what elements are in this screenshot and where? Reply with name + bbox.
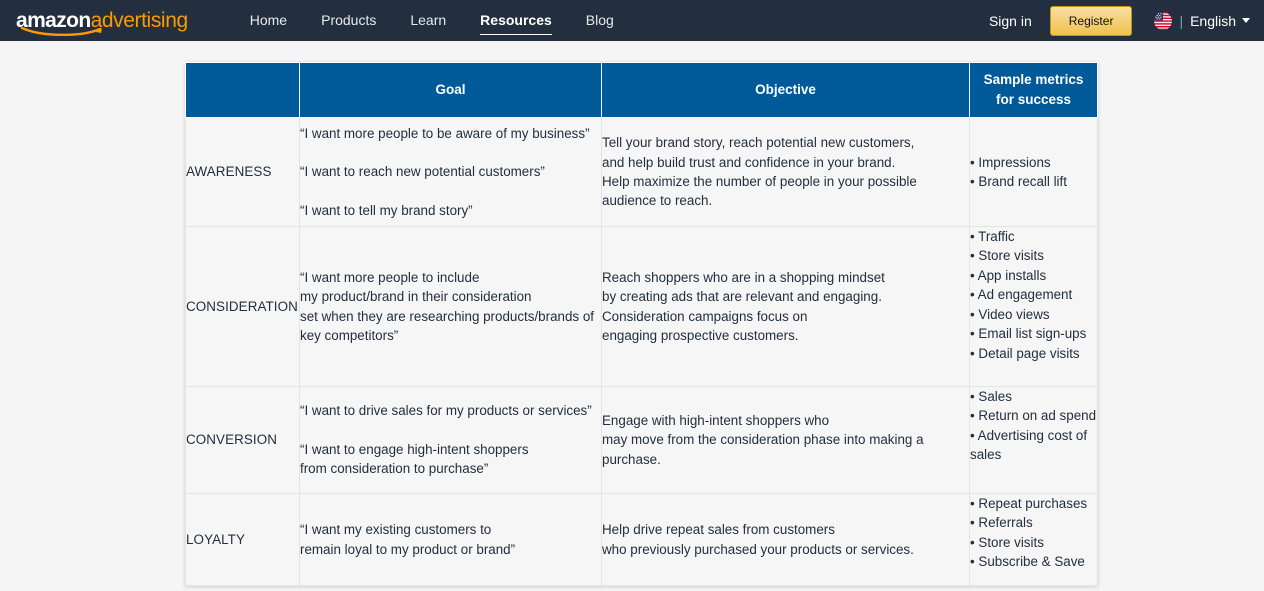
metrics-cell-conversion: • Sales • Return on ad spend • Advertisi… xyxy=(969,386,1098,494)
objective-line: purchase. xyxy=(602,451,661,467)
list-item: • Return on ad spend xyxy=(970,408,1097,424)
sign-in-link[interactable]: Sign in xyxy=(989,13,1032,29)
goal-quote: “I want to engage high-intent shoppers f… xyxy=(300,441,529,477)
table-row: CONSIDERATION “I want more people to inc… xyxy=(185,226,1098,387)
table-row: AWARENESS “I want more people to be awar… xyxy=(185,117,1098,227)
nav-divider: | xyxy=(1179,12,1184,29)
objective-cell-loyalty: Help drive repeat sales from customers w… xyxy=(601,493,970,586)
list-item: • Video views xyxy=(970,306,1050,322)
list-item: • Advertising cost of sales xyxy=(970,427,1088,463)
objective-line: Tell your brand story, reach potential n… xyxy=(602,135,915,151)
objective-line: Consideration campaigns focus on xyxy=(602,308,808,324)
list-item: • Referrals xyxy=(970,515,1033,531)
language-label: English xyxy=(1190,12,1236,29)
metrics-cell-awareness: • Impressions • Brand recall lift xyxy=(969,117,1098,227)
list-item: • Store visits xyxy=(970,248,1044,264)
nav-link-products[interactable]: Products xyxy=(321,0,376,41)
metric-list: • Sales • Return on ad spend • Advertisi… xyxy=(970,387,1097,465)
objective-cell-consideration: Reach shoppers who are in a shopping min… xyxy=(601,226,970,387)
us-flag-icon xyxy=(1154,11,1173,30)
metric-list: • Repeat purchases • Referrals • Store v… xyxy=(970,494,1097,572)
nav-link-home[interactable]: Home xyxy=(250,0,287,41)
table-body: AWARENESS “I want more people to be awar… xyxy=(185,117,1098,586)
list-item: • Detail page visits xyxy=(970,345,1080,361)
stage-label-loyalty: LOYALTY xyxy=(185,493,300,586)
goal-cell-loyalty: “I want my existing customers to remain … xyxy=(299,493,602,586)
logo-amazon-text: amazon xyxy=(16,8,91,32)
goal-cell-conversion: “I want to drive sales for my products o… xyxy=(299,386,602,494)
amazon-advertising-logo[interactable]: amazon advertising xyxy=(16,8,189,36)
objective-cell-awareness: Tell your brand story, reach potential n… xyxy=(601,117,970,227)
column-header-stage xyxy=(185,62,300,118)
advertising-goals-table: Goal Objective Sample metrics for succes… xyxy=(185,62,1098,586)
metrics-cell-consideration: • Traffic • Store visits • App installs … xyxy=(969,226,1098,387)
objective-line: Help drive repeat sales from customers xyxy=(602,522,835,538)
list-item: • Subscribe & Save xyxy=(970,554,1085,570)
metrics-cell-loyalty: • Repeat purchases • Referrals • Store v… xyxy=(969,493,1098,586)
nav-link-blog[interactable]: Blog xyxy=(586,0,614,41)
primary-nav-links: Home Products Learn Resources Blog xyxy=(250,0,648,41)
nav-link-learn[interactable]: Learn xyxy=(410,0,446,41)
table-row: LOYALTY “I want my existing customers to… xyxy=(185,493,1098,586)
column-header-objective: Objective xyxy=(601,62,970,118)
table-header: Goal Objective Sample metrics for succes… xyxy=(185,62,1098,118)
list-item: • Ad engagement xyxy=(970,287,1073,303)
objective-line: may move from the consideration phase in… xyxy=(602,432,924,448)
goal-quote: “I want to drive sales for my products o… xyxy=(300,403,592,419)
goal-quote: “I want to reach new potential customers… xyxy=(300,164,545,180)
logo-advertising-text: advertising xyxy=(90,8,189,32)
list-item: • Brand recall lift xyxy=(970,174,1067,189)
chevron-down-icon xyxy=(1242,18,1250,23)
table-row: CONVERSION “I want to drive sales for my… xyxy=(185,386,1098,494)
list-item: • Sales xyxy=(970,389,1012,404)
language-selector[interactable]: | English xyxy=(1154,11,1250,30)
nav-link-resources[interactable]: Resources xyxy=(480,0,552,41)
objective-line: by creating ads that are relevant and en… xyxy=(602,289,882,305)
page-content: Goal Objective Sample metrics for succes… xyxy=(0,41,1264,591)
top-navigation-bar: amazon advertising Home Products Learn Re… xyxy=(0,0,1264,41)
list-item: • App installs xyxy=(970,267,1047,283)
objective-line: Engage with high-intent shoppers who xyxy=(602,412,830,428)
list-item: • Repeat purchases xyxy=(970,496,1088,511)
register-button[interactable]: Register xyxy=(1049,5,1133,36)
objective-line: engaging prospective customers. xyxy=(602,327,799,343)
goal-quote: “I want my existing customers to remain … xyxy=(300,522,516,557)
objective-line: who previously purchased your products o… xyxy=(602,541,914,557)
list-item: • Impressions xyxy=(970,154,1051,170)
objective-line: and help build trust and confidence in y… xyxy=(602,154,896,170)
table-header-row: Goal Objective Sample metrics for succes… xyxy=(185,62,1098,118)
list-item: • Traffic xyxy=(970,229,1015,244)
objective-line: Help maximize the number of people in yo… xyxy=(602,174,917,189)
stage-label-conversion: CONVERSION xyxy=(185,386,300,494)
goal-quote: “I want more people to include my produc… xyxy=(300,269,595,343)
stage-label-consideration: CONSIDERATION xyxy=(185,226,300,387)
objective-line: audience to reach. xyxy=(602,193,713,209)
goal-quote: “I want more people to be aware of my bu… xyxy=(300,125,590,141)
goal-cell-consideration: “I want more people to include my produc… xyxy=(299,226,602,387)
list-item: • Email list sign-ups xyxy=(970,326,1087,342)
stage-label-awareness: AWARENESS xyxy=(185,117,300,227)
goal-quote: “I want to tell my brand story” xyxy=(300,202,473,218)
column-header-sample-metrics: Sample metrics for success xyxy=(969,62,1098,118)
metric-list: • Impressions • Brand recall lift xyxy=(970,153,1097,192)
column-header-goal: Goal xyxy=(299,62,602,118)
objective-cell-conversion: Engage with high-intent shoppers who may… xyxy=(601,386,970,494)
objective-line: Reach shoppers who are in a shopping min… xyxy=(602,269,885,285)
list-item: • Store visits xyxy=(970,534,1044,550)
nav-right-group: Sign in Register | English xyxy=(989,5,1250,36)
metric-list: • Traffic • Store visits • App installs … xyxy=(970,227,1097,363)
goal-cell-awareness: “I want more people to be aware of my bu… xyxy=(299,117,602,227)
